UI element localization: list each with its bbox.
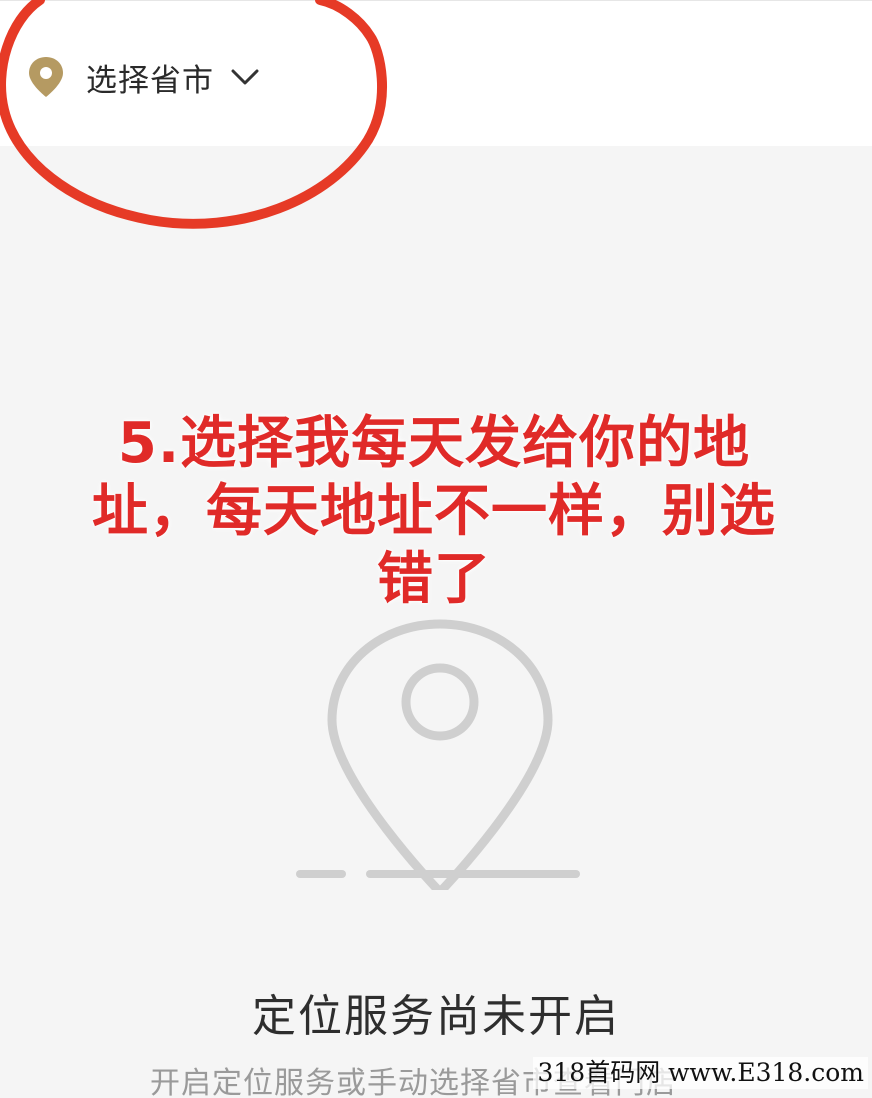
region-selector-button[interactable]: 选择省市 bbox=[26, 53, 260, 101]
region-selector-label: 选择省市 bbox=[86, 62, 214, 99]
location-pin-icon bbox=[29, 57, 63, 97]
annotation-instruction: 5.选择我每天发给你的地址，每天地址不一样，别选错了 bbox=[92, 411, 776, 612]
top-bar: 选择省市 bbox=[0, 0, 872, 146]
chevron-down-icon bbox=[231, 69, 259, 85]
watermark: 318首码网 www.E318.com bbox=[533, 1057, 868, 1089]
location-pin-illustration bbox=[296, 619, 580, 890]
empty-state-title: 定位服务尚未开启 bbox=[252, 991, 620, 1042]
